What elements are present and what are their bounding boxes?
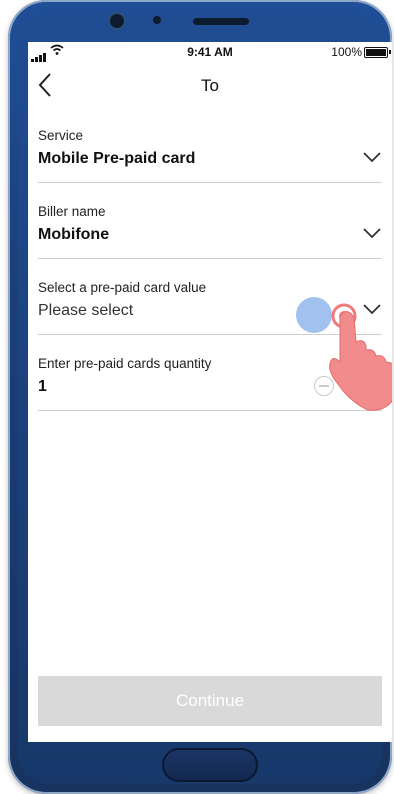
battery-icon [364, 47, 388, 58]
screen: 9:41 AM 100% To Service Mobile Pre-paid … [28, 42, 392, 742]
quantity-label: Enter pre-paid cards quantity [38, 356, 212, 371]
continue-button[interactable]: Continue [38, 676, 382, 726]
sensor-icon [153, 16, 161, 24]
battery-percent: 100% [331, 45, 362, 59]
page-title: To [201, 76, 219, 95]
service-value: Mobile Pre-paid card [38, 150, 196, 167]
hand-pointer-icon [329, 303, 392, 411]
home-button[interactable] [162, 748, 258, 782]
biller-field[interactable]: Biller name Mobifone [38, 204, 382, 259]
camera-icon [108, 12, 126, 30]
chevron-down-icon[interactable] [362, 150, 382, 164]
biller-label: Biller name [38, 204, 106, 219]
nav-bar: To [28, 64, 392, 106]
card-value-label: Select a pre-paid card value [38, 280, 207, 295]
tap-indicator [296, 297, 332, 333]
biller-value: Mobifone [38, 226, 110, 243]
quantity-input[interactable]: 1 [38, 378, 47, 396]
service-field[interactable]: Service Mobile Pre-paid card [38, 128, 382, 183]
battery-tip [389, 50, 391, 54]
card-value-select[interactable]: Please select [38, 302, 133, 320]
status-bar: 9:41 AM 100% [28, 42, 392, 62]
chevron-down-icon[interactable] [362, 226, 382, 240]
service-label: Service [38, 128, 84, 143]
speaker-grille [193, 18, 249, 25]
